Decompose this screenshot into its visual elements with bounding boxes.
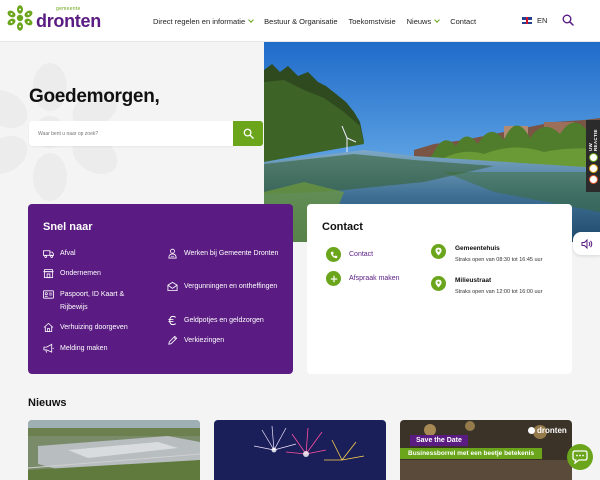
megaphone-icon	[43, 343, 54, 353]
id-card-icon	[43, 290, 54, 299]
quick-link-geldpotjes[interactable]: Geldpotjes en geldzorgen	[167, 314, 285, 327]
quick-links-title: Snel naar	[43, 221, 93, 233]
nav-toekomstvisie[interactable]: Toekomstvisie	[349, 17, 396, 26]
house-icon	[43, 322, 54, 333]
news-banner-subtitle: Businessborrel met een beetje betekenis	[400, 448, 543, 459]
logo-big-text: dronten	[36, 10, 101, 31]
contact-link[interactable]: Contact	[326, 247, 373, 262]
news-image-fireworks	[214, 420, 386, 480]
quick-link-verhuizing[interactable]: Verhuizing doorgeven	[43, 321, 153, 334]
news-card[interactable]	[214, 420, 386, 480]
quick-link-vergunningen[interactable]: Vergunningen en ontheffingen	[167, 280, 285, 293]
feedback-tab-label: UW REACTIE	[588, 129, 598, 151]
nav-bestuur[interactable]: Bestuur & Organisatie	[264, 17, 337, 26]
chat-bubble-icon	[572, 450, 588, 464]
quick-link-paspoort[interactable]: Paspoort, ID Kaart & Rijbewijs	[43, 288, 153, 314]
search-input[interactable]	[29, 121, 233, 146]
news-image-aerial	[28, 420, 200, 480]
location-name: Gemeentehuis	[455, 245, 500, 252]
chat-button[interactable]	[567, 444, 593, 470]
shop-icon	[43, 268, 54, 279]
search-icon	[243, 128, 254, 139]
quick-link-verkiezingen[interactable]: Verkiezingen	[167, 334, 285, 347]
logo[interactable]: gemeente dronten	[7, 5, 101, 31]
quick-link-ondernemen[interactable]: Ondernemen	[43, 267, 153, 280]
contact-title: Contact	[322, 221, 363, 233]
language-label: EN	[537, 16, 548, 25]
language-switch[interactable]: EN	[522, 16, 547, 25]
nav-contact[interactable]: Contact	[450, 17, 476, 26]
quick-link-afval[interactable]: Afval	[43, 247, 153, 260]
phone-icon	[326, 247, 341, 262]
truck-icon	[43, 250, 54, 258]
search-button[interactable]	[233, 121, 263, 146]
nav-direct-regelen[interactable]: Direct regelen en informatie	[153, 17, 254, 26]
happy-face-icon[interactable]	[588, 153, 598, 162]
chevron-down-icon	[248, 17, 254, 23]
main-nav: Direct regelen en informatie Bestuur & O…	[153, 0, 487, 42]
neutral-face-icon[interactable]	[588, 164, 598, 173]
sad-face-icon[interactable]	[588, 175, 598, 184]
logo-mark-icon	[7, 5, 33, 31]
appointment-link[interactable]: Afspraak maken	[326, 271, 400, 286]
envelope-icon	[167, 281, 178, 292]
news-card[interactable]: dronten Save the Date Businessborrel met…	[400, 420, 572, 480]
uk-flag-icon	[522, 17, 532, 24]
nav-nieuws[interactable]: Nieuws	[407, 17, 441, 26]
location-hours: Straks open van 08:30 tot 16:45 uur	[455, 257, 543, 263]
person-icon	[168, 248, 177, 259]
chevron-down-icon	[434, 17, 441, 23]
location-name: Milieustraat	[455, 277, 492, 284]
plus-icon	[326, 271, 341, 286]
quick-link-werken[interactable]: Werken bij Gemeente Dronten	[167, 247, 285, 260]
feedback-tab[interactable]: UW REACTIE	[586, 120, 600, 192]
map-pin-icon	[431, 276, 446, 291]
map-pin-icon	[431, 244, 446, 259]
speaker-icon	[581, 238, 592, 249]
contact-panel: Contact Contact Afspraak maken Gemeenteh…	[307, 204, 572, 374]
location-gemeentehuis[interactable]: Gemeentehuis Straks open van 08:30 tot 1…	[431, 244, 542, 266]
location-milieustraat[interactable]: Milieustraat Straks open van 12:00 tot 1…	[431, 276, 542, 298]
news-section-title: Nieuws	[28, 397, 67, 409]
euro-icon	[168, 315, 176, 326]
logo-mark-icon	[528, 427, 535, 434]
news-brand: dronten	[528, 426, 567, 435]
greeting-title: Goedemorgen,	[29, 86, 160, 107]
pencil-icon	[168, 335, 178, 345]
read-aloud-button[interactable]	[573, 232, 600, 255]
search-icon[interactable]	[562, 14, 574, 26]
news-card[interactable]	[28, 420, 200, 480]
quick-link-melding[interactable]: Melding maken	[43, 342, 153, 355]
quick-links-panel: Snel naar Afval Ondernemen Paspoort, ID …	[28, 204, 293, 374]
news-banner-title: Save the Date	[410, 435, 468, 446]
site-header: gemeente dronten Direct regelen en infor…	[0, 0, 600, 42]
location-hours: Straks open van 12:00 tot 16:00 uur	[455, 289, 543, 295]
